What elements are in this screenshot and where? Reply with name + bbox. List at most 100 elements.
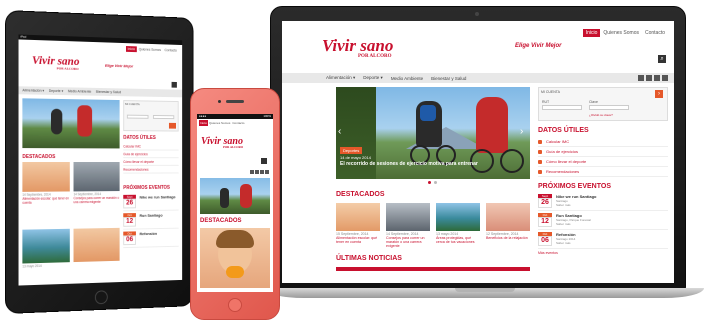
- tablet-search-icon[interactable]: [171, 81, 177, 88]
- rut-input[interactable]: [542, 105, 582, 110]
- laptop-logo-sub: POR ALCORO: [358, 54, 392, 59]
- laptop-sidebar: MI CUENTA RUT Clave › ¿Olvidó su clave? …: [538, 87, 668, 255]
- slider-dots: [428, 181, 437, 184]
- calculator-icon: [538, 139, 542, 144]
- twitter-icon[interactable]: [255, 170, 259, 174]
- event-item[interactable]: Sept 26 Nike we run Santiago Santiago Saber…: [538, 192, 668, 211]
- phone-nav-inicio[interactable]: Inicio: [199, 120, 209, 126]
- event-more-link[interactable]: Saber más: [556, 203, 596, 207]
- tablet-clave-input[interactable]: [152, 115, 175, 120]
- event-item[interactable]: Oct 12 Run Santiago Santiago, Parque Fores…: [538, 211, 668, 230]
- laptop-logo[interactable]: Vivir sano POR ALCORO: [322, 36, 393, 59]
- event-title: Nike we run Santiago: [139, 194, 176, 200]
- slider-dot[interactable]: [434, 181, 437, 184]
- phone-card-image[interactable]: [200, 228, 270, 288]
- datos-item[interactable]: Recomendaciones: [538, 167, 668, 177]
- datos-item-label: Calcular IMC: [546, 139, 570, 144]
- facebook-icon[interactable]: [638, 75, 644, 81]
- youtube-icon[interactable]: [260, 170, 264, 174]
- hero-badge: Deportes: [340, 147, 363, 154]
- menu-bienestar[interactable]: Bienestar y Salud: [431, 76, 466, 81]
- card-image: [386, 203, 430, 231]
- search-icon[interactable]: ⌕: [658, 55, 666, 63]
- youtube-icon[interactable]: [654, 75, 660, 81]
- tablet-hero-image[interactable]: [22, 98, 120, 149]
- phone-hero-image[interactable]: [200, 178, 270, 214]
- more-events-link[interactable]: Más eventos: [538, 251, 668, 255]
- tablet-card-image-2[interactable]: [73, 162, 120, 192]
- tablet-datos-item[interactable]: Cómo llevar el deporte: [123, 158, 179, 166]
- tablet-card-title-1[interactable]: Alimentación escolar: qué tener en cuent…: [22, 196, 69, 205]
- menu-deporte[interactable]: Deporte ▾: [363, 75, 383, 81]
- tablet-card-image-4[interactable]: [73, 227, 120, 263]
- card[interactable]: 12 Septiembre, 2014 Beneficios de la rel…: [486, 203, 530, 248]
- tablet-event-item[interactable]: Oct 06 Refonsión: [123, 228, 179, 249]
- event-more-link[interactable]: Saber más: [556, 241, 576, 245]
- tablet-menu-deporte[interactable]: Deporte ▾: [49, 89, 63, 93]
- tablet-logo[interactable]: Vivir sano POR ALCORO: [32, 53, 79, 71]
- hero-rider-2: [476, 97, 508, 153]
- event-day: 06: [538, 236, 552, 246]
- tablet-datos-item[interactable]: Calcular IMC: [123, 142, 179, 151]
- phone-home-button[interactable]: [228, 298, 242, 312]
- tablet-event-item[interactable]: Oct 12 Run Santiago: [123, 210, 179, 230]
- nav-quienes-somos[interactable]: Quienes Somos: [600, 29, 642, 37]
- tablet-nav-quienes[interactable]: Quienes Somos: [137, 46, 163, 53]
- login-button[interactable]: ›: [655, 90, 663, 98]
- tablet-menu-bienestar[interactable]: Bienestar y Salud: [96, 90, 121, 94]
- nav-contacto[interactable]: Contacto: [642, 29, 668, 37]
- instagram-icon[interactable]: [265, 170, 269, 174]
- tablet-card-image-1[interactable]: [22, 162, 70, 192]
- tablet-datos-item[interactable]: Guía de ejercicios: [123, 150, 179, 159]
- phone-camera: [218, 100, 221, 103]
- tablet-card-image-3[interactable]: [22, 228, 70, 264]
- tablet-menu-medio-ambiente[interactable]: Medio Ambiente: [68, 89, 91, 93]
- phone-logo-sub: POR ALCORO: [223, 145, 244, 149]
- phone-search-icon[interactable]: [261, 158, 267, 164]
- nav-inicio[interactable]: Inicio: [582, 29, 601, 37]
- tablet-hero-rider-2: [50, 108, 63, 135]
- card[interactable]: 13 mayo 2014 Áreas protegidas, qué cerca…: [436, 203, 480, 248]
- phone-screen: ●●●● 100% Inicio Quienes Somos Contacto …: [197, 114, 273, 292]
- facebook-icon[interactable]: [250, 170, 254, 174]
- slider-prev-icon[interactable]: ‹: [338, 127, 346, 137]
- forgot-link[interactable]: ¿Olvidó su clave?: [589, 113, 613, 117]
- event-more-link[interactable]: Saber más: [556, 222, 591, 226]
- phone-nav-contacto[interactable]: Contacto: [231, 120, 245, 126]
- slider-dot[interactable]: [428, 181, 431, 184]
- tablet-datos-item[interactable]: Recomendaciones: [123, 165, 179, 174]
- tablet-nav-contacto[interactable]: Contacto: [163, 47, 179, 53]
- card-title[interactable]: Alimentación escolar: qué tener en cuent…: [336, 236, 380, 244]
- tablet-screen: iPad Inicio Quienes Somos Contacto Vivir…: [18, 34, 183, 286]
- slider-next-icon[interactable]: ›: [520, 127, 528, 137]
- rut-label: RUT: [542, 100, 550, 104]
- menu-alimentacion[interactable]: Alimentación ▾: [326, 75, 355, 81]
- event-item[interactable]: Oct 06 Refonsión Santiago 2014 Saber más: [538, 230, 668, 249]
- card[interactable]: 14 Septiembre, 2014 Consejos para correr…: [386, 203, 430, 248]
- clave-input[interactable]: [589, 105, 629, 110]
- datos-item[interactable]: Cómo llevar el deporte: [538, 157, 668, 167]
- datos-item[interactable]: Calcular IMC: [538, 137, 668, 147]
- card-image: [336, 203, 380, 231]
- battery-indicator: 100%: [263, 114, 271, 118]
- menu-medio-ambiente[interactable]: Medio Ambiente: [391, 76, 423, 81]
- card-title[interactable]: Consejos para correr un maratón o una ca…: [386, 236, 430, 248]
- card-title[interactable]: Áreas protegidas, qué cerca de tus vacac…: [436, 236, 480, 244]
- phone-speaker: [226, 100, 244, 103]
- card[interactable]: 15 Septiembre, 2014 Alimentación escolar…: [336, 203, 380, 248]
- phone-logo[interactable]: Vivir sano POR ALCORO: [201, 136, 243, 149]
- datos-item[interactable]: Guía de ejercicios: [538, 147, 668, 157]
- card-title[interactable]: Beneficios de la relajación: [486, 236, 530, 240]
- laptop-tagline: Elige Vivir Mejor: [515, 43, 562, 49]
- tablet-nav-inicio[interactable]: Inicio: [125, 46, 137, 53]
- tablet-event-item[interactable]: Sept 26 Nike we run Santiago: [123, 192, 179, 212]
- tablet-menu-alimentacion[interactable]: Alimentación ▾: [22, 88, 44, 92]
- hero-caption[interactable]: El recorrido de sesiones de ejercicio mo…: [340, 161, 520, 167]
- instagram-icon[interactable]: [662, 75, 668, 81]
- hero-slider[interactable]: ‹ › Deportes 14 de mayo 2014 El recorrid…: [336, 87, 530, 179]
- tablet-login-button[interactable]: [168, 122, 177, 129]
- tablet-rut-input[interactable]: [126, 114, 149, 119]
- tablet-card-title-2[interactable]: Consejos para correr un maratón o una ca…: [74, 196, 120, 205]
- phone-nav-quienes[interactable]: Quienes Somos: [208, 120, 231, 126]
- twitter-icon[interactable]: [646, 75, 652, 81]
